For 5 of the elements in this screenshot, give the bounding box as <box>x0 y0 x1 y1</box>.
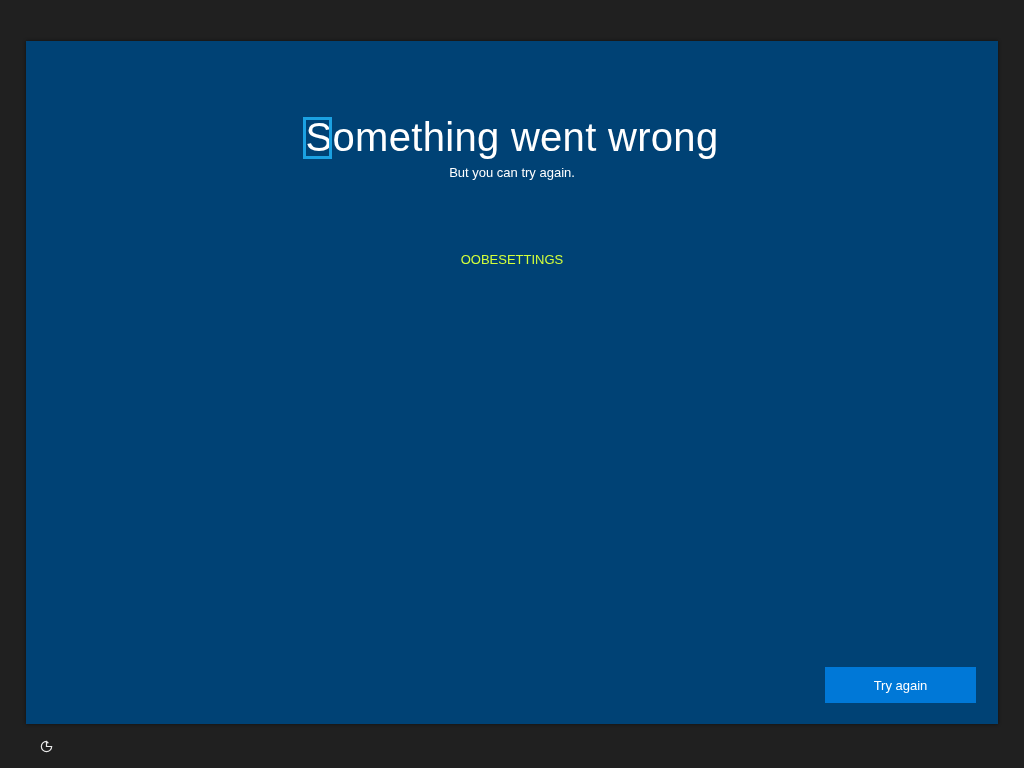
try-again-button[interactable]: Try again <box>825 667 976 703</box>
page-title: Something went wrong <box>305 114 719 161</box>
ease-of-access-icon[interactable] <box>39 739 54 754</box>
subtitle: But you can try again. <box>449 165 575 180</box>
error-code: OOBESETTINGS <box>460 252 564 267</box>
